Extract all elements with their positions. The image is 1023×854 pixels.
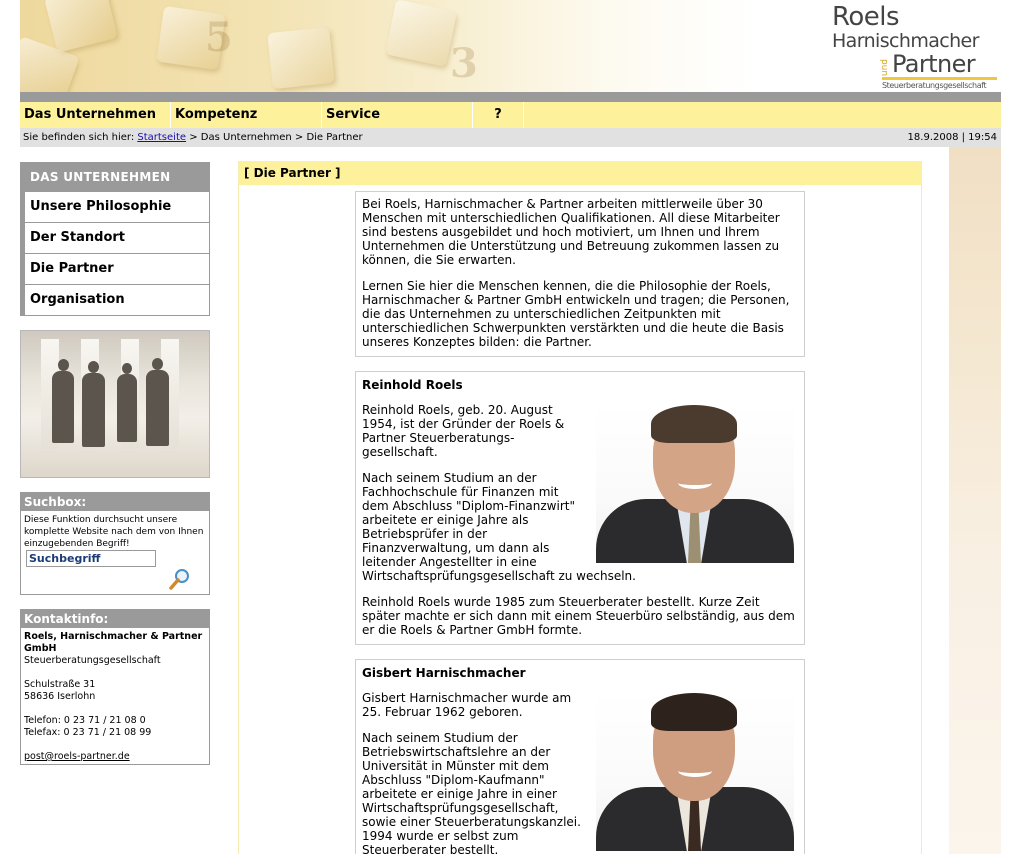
portrait-smile	[678, 477, 712, 489]
menu-item-philosophie[interactable]: Unsere Philosophie	[25, 192, 209, 222]
intro-paragraph: Lernen Sie hier die Menschen kennen, die…	[362, 279, 790, 349]
menu-item-partner[interactable]: Die Partner	[25, 254, 209, 284]
search-description: Diese Funktion durchsucht unsere komplet…	[24, 515, 204, 549]
breadcrumb: Sie befinden sich hier: Startseite > Das…	[20, 128, 1001, 147]
nav-item-kompetenz[interactable]: Kompetenz	[171, 102, 322, 128]
partner-name: Gisbert Harnischmacher	[362, 666, 526, 680]
header-decor-number: 3	[450, 40, 478, 87]
company-logo[interactable]: Roels Harnischmacher und Partner Steuerb…	[832, 4, 997, 90]
contact-details: Roels, Harnischmacher & Partner GmbH Ste…	[21, 628, 209, 766]
header-decor-tile	[384, 0, 458, 67]
photo-person-head	[58, 359, 69, 371]
breadcrumb-path: > Das Unternehmen > Die Partner	[189, 132, 363, 143]
right-decor-strip	[949, 147, 1001, 854]
logo-und: und	[880, 58, 890, 76]
photo-person	[146, 370, 169, 446]
partner-card-roels: Reinhold Roels Reinhold Roels, geb. 20. …	[355, 371, 805, 645]
portrait-hair	[651, 693, 737, 731]
portrait-smile	[678, 765, 712, 777]
date-time: 18.9.2008 | 19:54	[907, 132, 997, 143]
nav-item-service[interactable]: Service	[322, 102, 473, 128]
nav-item-das-unternehmen[interactable]: Das Unternehmen	[20, 102, 171, 128]
contact-street: Schulstraße 31	[24, 679, 96, 690]
contact-company-type: Steuerberatungsgesellschaft	[24, 655, 161, 666]
photo-person	[82, 373, 105, 447]
intro-paragraph: Bei Roels, Harnischmacher & Partner arbe…	[362, 197, 780, 267]
photo-person	[52, 371, 74, 443]
logo-line-partner: Partner	[892, 50, 976, 78]
contact-box-title: Kontaktinfo:	[21, 610, 209, 628]
contact-city: 58636 Iserlohn	[24, 691, 96, 702]
partner-name: Reinhold Roels	[362, 378, 463, 392]
intro-card: Bei Roels, Harnischmacher & Partner arbe…	[355, 191, 805, 357]
partner-paragraph: Reinhold Roels wurde 1985 zum Steuerbera…	[362, 595, 795, 637]
header-decor-tile	[267, 26, 335, 90]
photo-person-head	[152, 358, 163, 370]
section-menu: DAS UNTERNEHMEN Unsere Philosophie Der S…	[20, 162, 210, 316]
content-heading: [ Die Partner ]	[239, 161, 921, 185]
contact-box: Kontaktinfo: Roels, Harnischmacher & Par…	[20, 609, 210, 765]
logo-subtitle: Steuerberatungsgesellschaft	[882, 81, 987, 90]
photo-person	[117, 374, 137, 442]
nav-item-help[interactable]: ?	[473, 102, 524, 128]
menu-item-standort[interactable]: Der Standort	[25, 223, 209, 253]
contact-company: Roels, Harnischmacher & Partner GmbH	[24, 631, 203, 654]
contact-fax: Telefax: 0 23 71 / 21 08 99	[24, 727, 152, 738]
search-input[interactable]: Suchbegriff	[26, 550, 156, 567]
partner-card-harnischmacher: Gisbert Harnischmacher Gisbert Harnischm…	[355, 659, 805, 854]
header-decor-number: 5	[205, 14, 233, 61]
portrait-gisbert-harnischmacher	[596, 691, 794, 851]
portrait-reinhold-roels	[596, 403, 794, 563]
header-divider-bar	[20, 92, 1001, 102]
search-box: Suchbox: Diese Funktion durchsucht unser…	[20, 492, 210, 595]
search-box-title: Suchbox:	[21, 493, 209, 511]
main-content: [ Die Partner ] Bei Roels, Harnischmache…	[238, 161, 922, 854]
logo-line-harnischmacher: Harnischmacher	[832, 30, 979, 52]
header-decor-tile	[44, 0, 118, 53]
page: 5 3 Roels Harnischmacher und Partner Ste…	[0, 0, 1023, 854]
photo-person-head	[88, 361, 99, 373]
section-menu-heading: DAS UNTERNEHMEN	[30, 170, 171, 184]
contact-email-link[interactable]: post@roels-partner.de	[24, 751, 206, 763]
header-banner: 5 3 Roels Harnischmacher und Partner Ste…	[20, 0, 1001, 92]
photo-person-head	[122, 363, 132, 374]
main-navigation: Das Unternehmen Kompetenz Service ?	[20, 102, 1001, 128]
menu-item-organisation[interactable]: Organisation	[25, 285, 209, 315]
breadcrumb-home-link[interactable]: Startseite	[137, 132, 186, 143]
logo-line-roels: Roels	[832, 2, 900, 32]
breadcrumb-prefix: Sie befinden sich hier:	[23, 132, 135, 143]
portrait-hair	[651, 405, 737, 443]
business-people-photo	[20, 330, 210, 478]
search-magnifier-icon[interactable]	[169, 568, 191, 590]
contact-phone: Telefon: 0 23 71 / 21 08 0	[24, 715, 146, 726]
